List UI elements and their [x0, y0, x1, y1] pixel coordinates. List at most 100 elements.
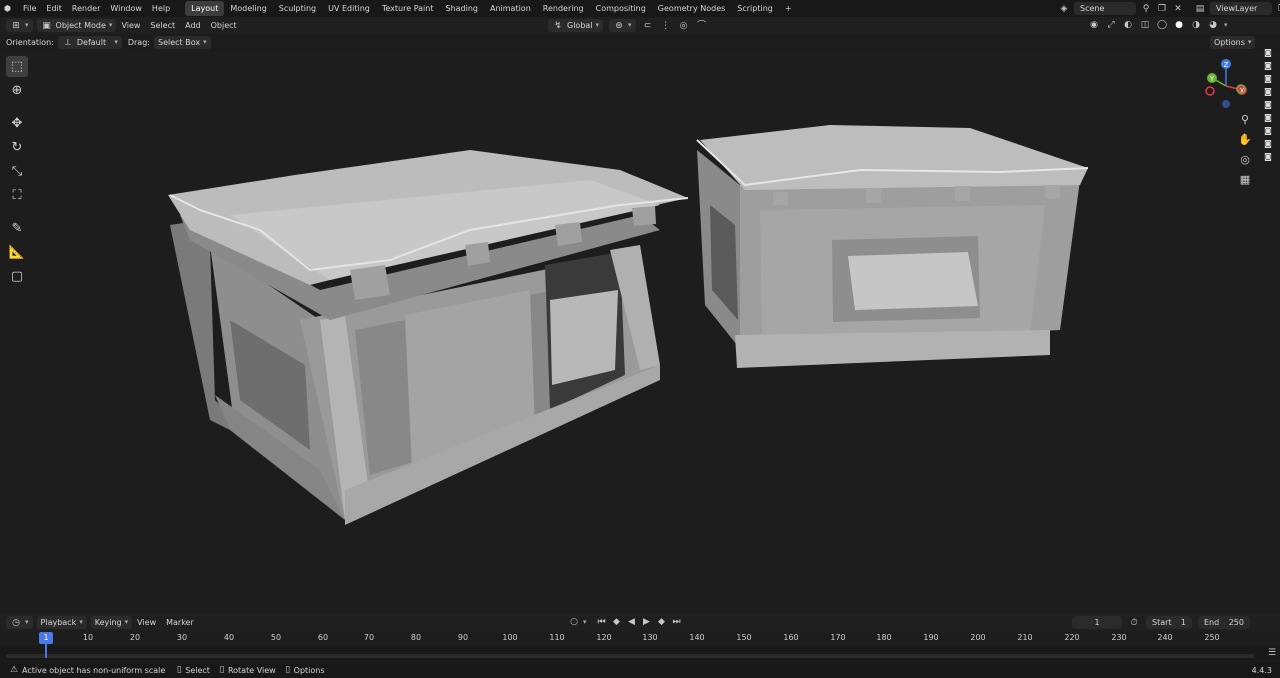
marker-menu[interactable]: Marker — [161, 614, 199, 631]
scene-field[interactable]: Scene — [1074, 2, 1136, 15]
tab-modeling[interactable]: Modeling — [224, 1, 272, 16]
falloff-icon[interactable]: ⌒ — [696, 20, 708, 32]
chevron-down-icon: ▾ — [25, 21, 29, 29]
right-hut-model[interactable] — [696, 125, 1089, 368]
menu-edit[interactable]: Edit — [41, 0, 67, 17]
tab-layout[interactable]: Layout — [185, 1, 225, 16]
snap-icon[interactable]: ⊂ — [642, 20, 654, 32]
transform-orientation-dropdown[interactable]: ↯ Global ▾ — [548, 19, 604, 32]
gizmo-neg-x-handle[interactable] — [1205, 86, 1215, 96]
gizmo-neg-z-handle[interactable] — [1222, 100, 1230, 108]
play-reverse-icon[interactable]: ◀ — [626, 616, 638, 628]
timeline-editor-type-dropdown[interactable]: ◷ ▾ — [6, 616, 33, 629]
shading-solid-icon[interactable]: ● — [1173, 19, 1185, 31]
menu-file[interactable]: File — [18, 0, 41, 17]
playhead[interactable]: 1 — [39, 632, 53, 644]
camera-icon[interactable]: ◙ — [1262, 87, 1274, 97]
menu-window[interactable]: Window — [105, 0, 147, 17]
chevron-down-icon[interactable]: ▾ — [1224, 21, 1228, 29]
view-layer-field[interactable]: ViewLayer — [1210, 2, 1272, 15]
orientation-dropdown[interactable]: ⟂ Default ▾ — [57, 36, 122, 49]
delete-scene-icon[interactable]: ✕ — [1172, 3, 1184, 15]
tab-scripting[interactable]: Scripting — [731, 1, 779, 16]
drag-dropdown[interactable]: Select Box ▾ — [153, 36, 211, 49]
playback-menu[interactable]: Playback ▾ — [36, 616, 87, 629]
move-tool-icon[interactable]: ✥ — [6, 113, 28, 134]
rotate-tool-icon[interactable]: ↻ — [6, 137, 28, 158]
shading-material-icon[interactable]: ◑ — [1190, 19, 1202, 31]
options-dropdown[interactable]: Options ▾ — [1210, 36, 1256, 49]
mode-dropdown[interactable]: ▣ Object Mode ▾ — [36, 19, 117, 32]
measure-tool-icon[interactable]: 📐 — [6, 242, 28, 263]
proportional-edit-icon[interactable]: ◎ — [678, 20, 690, 32]
transform-tool-icon[interactable]: ⛶ — [6, 185, 28, 206]
gizmo-toggle-icon[interactable]: ⤢ — [1105, 19, 1117, 31]
pan-hand-icon[interactable]: ✋ — [1238, 133, 1252, 146]
camera-icon[interactable]: ◙ — [1262, 152, 1274, 162]
tab-shading[interactable]: Shading — [439, 1, 484, 16]
visibility-icon[interactable]: ◉ — [1088, 19, 1100, 31]
play-icon[interactable]: ▶ — [641, 616, 653, 628]
menu-object[interactable]: Object — [206, 17, 242, 34]
scale-tool-icon[interactable]: ⤡ — [6, 161, 28, 182]
camera-icon[interactable]: ◙ — [1262, 113, 1274, 123]
timeline-scrollbar[interactable] — [6, 654, 1254, 658]
editor-type-dropdown[interactable]: ⊞ ▾ — [6, 19, 33, 32]
timeline-ruler[interactable]: 10 20 30 40 50 60 70 80 90 100 110 120 1… — [0, 631, 1280, 645]
tab-compositing[interactable]: Compositing — [590, 1, 652, 16]
camera-icon[interactable]: ◙ — [1262, 100, 1274, 110]
pivot-dropdown[interactable]: ⊛ ▾ — [609, 19, 636, 32]
camera-view-icon[interactable]: ◎ — [1240, 153, 1250, 166]
frame-tick: 170 — [830, 633, 846, 642]
tab-geometry-nodes[interactable]: Geometry Nodes — [652, 1, 731, 16]
camera-icon[interactable]: ◙ — [1262, 74, 1274, 84]
tab-animation[interactable]: Animation — [484, 1, 537, 16]
menu-render[interactable]: Render — [67, 0, 105, 17]
xray-icon[interactable]: ◫ — [1139, 19, 1151, 31]
timeline-view-menu[interactable]: View — [132, 614, 161, 631]
camera-icon[interactable]: ◙ — [1262, 48, 1274, 58]
jump-start-icon[interactable]: ⏮ — [596, 616, 608, 628]
viewport-3d[interactable] — [0, 51, 1280, 611]
current-frame-field[interactable]: 1 — [1072, 616, 1122, 629]
menu-help[interactable]: Help — [147, 0, 175, 17]
blender-logo-icon[interactable]: ⬢ — [0, 0, 18, 17]
camera-icon[interactable]: ◙ — [1262, 126, 1274, 136]
left-hut-model[interactable] — [168, 150, 689, 525]
next-keyframe-icon[interactable]: ◆ — [656, 616, 668, 628]
end-frame-field[interactable]: End 250 — [1198, 616, 1250, 629]
keying-menu[interactable]: Keying ▾ — [90, 616, 133, 629]
record-icon[interactable]: ○ — [568, 616, 580, 628]
shading-wireframe-icon[interactable]: ◯ — [1156, 19, 1168, 31]
overlay-icon[interactable]: ◐ — [1122, 19, 1134, 31]
add-workspace-button[interactable]: + — [779, 1, 798, 16]
navigation-gizmo[interactable]: Z X Y — [1200, 58, 1256, 114]
stopwatch-icon[interactable]: ⏱ — [1128, 617, 1140, 629]
timeline-track[interactable] — [0, 645, 1280, 661]
start-frame-field[interactable]: Start 1 — [1146, 616, 1192, 629]
annotate-tool-icon[interactable]: ✎ — [6, 218, 28, 239]
cursor-tool-icon[interactable]: ⊕ — [6, 80, 28, 101]
select-box-tool-icon[interactable]: ⬚ — [6, 56, 28, 77]
menu-view[interactable]: View — [116, 17, 145, 34]
zoom-icon[interactable]: ⚲ — [1241, 113, 1249, 126]
new-scene-icon[interactable]: ❐ — [1156, 3, 1168, 15]
camera-icon[interactable]: ◙ — [1262, 61, 1274, 71]
chevron-down-icon[interactable]: ▾ — [583, 618, 587, 626]
tab-rendering[interactable]: Rendering — [537, 1, 590, 16]
prev-keyframe-icon[interactable]: ◆ — [611, 616, 623, 628]
pin-icon[interactable]: ⚲ — [1140, 3, 1152, 15]
timeline-sidebar-icon[interactable]: ☰ — [1266, 647, 1278, 659]
menu-select[interactable]: Select — [145, 17, 180, 34]
perspective-grid-icon[interactable]: ▦ — [1240, 173, 1250, 186]
tab-uv-editing[interactable]: UV Editing — [322, 1, 376, 16]
snap-target-icon[interactable]: ⋮ — [660, 20, 672, 32]
tab-texture-paint[interactable]: Texture Paint — [376, 1, 440, 16]
shading-rendered-icon[interactable]: ◕ — [1207, 19, 1219, 31]
jump-end-icon[interactable]: ⏭ — [671, 616, 683, 628]
add-cube-tool-icon[interactable]: ▢ — [6, 266, 28, 287]
new-view-layer-icon[interactable]: ❐ — [1276, 3, 1280, 15]
menu-add[interactable]: Add — [180, 17, 206, 34]
camera-icon[interactable]: ◙ — [1262, 139, 1274, 149]
tab-sculpting[interactable]: Sculpting — [273, 1, 322, 16]
